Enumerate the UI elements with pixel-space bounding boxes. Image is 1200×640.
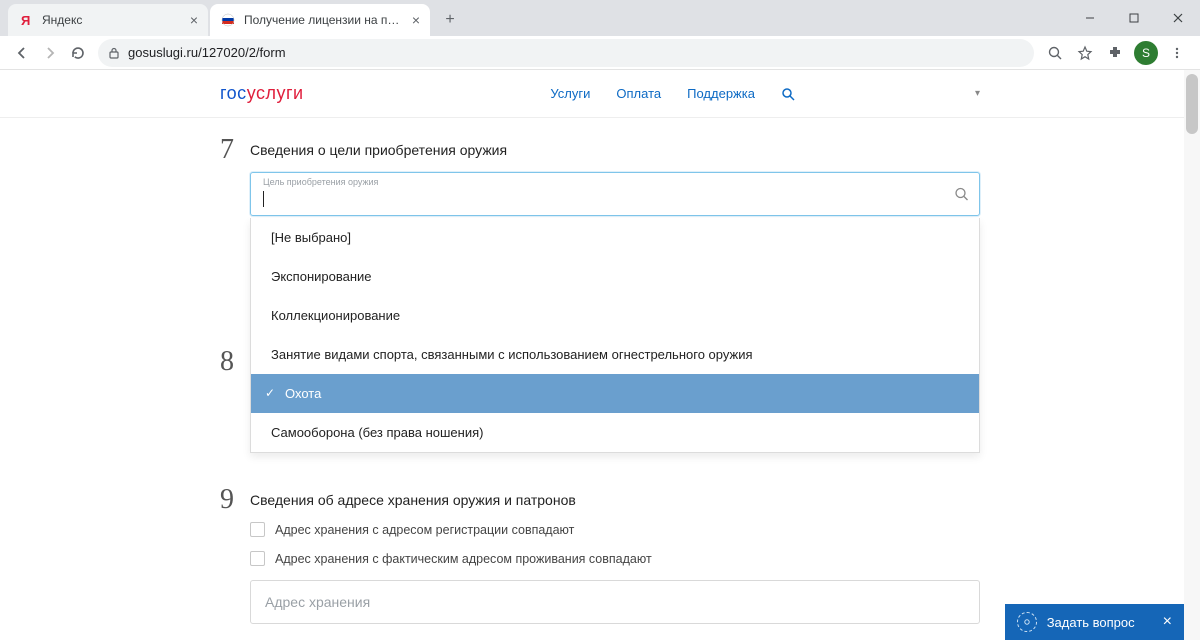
lock-icon [108, 47, 120, 59]
top-nav: Услуги Оплата Поддержка [550, 86, 795, 101]
option-self-defense[interactable]: Самооборона (без права ношения) [251, 413, 979, 452]
forward-button[interactable] [36, 39, 64, 67]
step-number: 7 [220, 136, 250, 164]
purpose-combo-field: Цель приобретения оружия [Не выбрано] Эк… [250, 172, 980, 216]
checkbox-label: Адрес хранения с адресом регистрации сов… [275, 523, 574, 537]
page-viewport: госуслуги Услуги Оплата Поддержка ▾ 7 Св… [0, 70, 1200, 640]
scroll-thumb[interactable] [1186, 74, 1198, 134]
checkbox-icon[interactable] [250, 551, 265, 566]
nav-payment[interactable]: Оплата [616, 86, 661, 101]
minimize-button[interactable] [1068, 3, 1112, 33]
close-window-button[interactable] [1156, 3, 1200, 33]
step-7-title: Сведения о цели приобретения оружия [250, 142, 980, 158]
option-collecting[interactable]: Коллекционирование [251, 296, 979, 335]
ask-question-widget[interactable]: Задать вопрос × [1005, 604, 1184, 640]
window-controls [1068, 0, 1200, 36]
step-9-title: Сведения об адресе хранения оружия и пат… [250, 492, 980, 508]
close-icon[interactable]: × [412, 12, 420, 28]
tab-title: Получение лицензии на приоб [244, 13, 406, 27]
extensions-icon[interactable] [1100, 39, 1130, 67]
back-button[interactable] [8, 39, 36, 67]
russia-flag-icon [220, 12, 236, 28]
browser-tab-yandex[interactable]: Я Яндекс × [8, 4, 208, 36]
option-hunting[interactable]: Охота [251, 374, 979, 413]
bookmark-icon[interactable] [1070, 39, 1100, 67]
checkbox-label: Адрес хранения с фактическим адресом про… [275, 552, 652, 566]
search-icon[interactable] [781, 87, 795, 101]
purpose-combo[interactable]: Цель приобретения оружия [250, 172, 980, 216]
option-exhibition[interactable]: Экспонирование [251, 257, 979, 296]
checkbox-same-as-residence[interactable]: Адрес хранения с фактическим адресом про… [250, 551, 980, 566]
gosuslugi-logo[interactable]: госуслуги [220, 83, 304, 104]
close-icon[interactable]: × [190, 12, 198, 28]
browser-toolbar: gosuslugi.ru/127020/2/form S [0, 36, 1200, 70]
step-7: 7 Сведения о цели приобретения оружия Це… [220, 136, 980, 216]
url-text: gosuslugi.ru/127020/2/form [128, 45, 286, 60]
svg-text:Я: Я [21, 13, 30, 27]
combo-floating-label: Цель приобретения оружия [263, 177, 378, 187]
step-9: 9 Сведения об адресе хранения оружия и п… [220, 486, 980, 624]
step-number: 9 [220, 486, 250, 514]
zoom-icon[interactable] [1040, 39, 1070, 67]
maximize-button[interactable] [1112, 3, 1156, 33]
placeholder-text: Адрес хранения [265, 594, 370, 610]
tab-title: Яндекс [42, 13, 184, 27]
close-icon[interactable]: × [1163, 613, 1172, 631]
site-header: госуслуги Услуги Оплата Поддержка ▾ [0, 70, 1200, 118]
browser-menu-icon[interactable] [1162, 39, 1192, 67]
chat-icon [1017, 612, 1037, 632]
avatar-initial: S [1142, 46, 1150, 60]
purpose-input[interactable] [263, 193, 943, 209]
nav-services[interactable]: Услуги [550, 86, 590, 101]
address-bar[interactable]: gosuslugi.ru/127020/2/form [98, 39, 1034, 67]
user-menu-caret-icon[interactable]: ▾ [975, 88, 980, 99]
yandex-favicon-icon: Я [18, 12, 34, 28]
reload-button[interactable] [64, 39, 92, 67]
profile-avatar[interactable]: S [1134, 41, 1158, 65]
logo-part-1: гос [220, 83, 247, 103]
purpose-dropdown: [Не выбрано] Экспонирование Коллекционир… [250, 218, 980, 453]
search-icon [954, 187, 969, 202]
browser-tab-gosuslugi[interactable]: Получение лицензии на приоб × [210, 4, 430, 36]
checkbox-same-as-registration[interactable]: Адрес хранения с адресом регистрации сов… [250, 522, 980, 537]
step-number: 8 [220, 348, 250, 376]
option-sport[interactable]: Занятие видами спорта, связанными с испо… [251, 335, 979, 374]
browser-tab-strip: Я Яндекс × Получение лицензии на приоб ×… [0, 0, 1200, 36]
checkbox-icon[interactable] [250, 522, 265, 537]
ask-label: Задать вопрос [1047, 615, 1135, 630]
new-tab-button[interactable]: + [436, 6, 464, 34]
storage-address-field[interactable]: Адрес хранения [250, 580, 980, 624]
logo-part-2: услуги [247, 83, 304, 103]
nav-support[interactable]: Поддержка [687, 86, 755, 101]
vertical-scrollbar[interactable] [1184, 70, 1200, 640]
option-none[interactable]: [Не выбрано] [251, 218, 979, 257]
